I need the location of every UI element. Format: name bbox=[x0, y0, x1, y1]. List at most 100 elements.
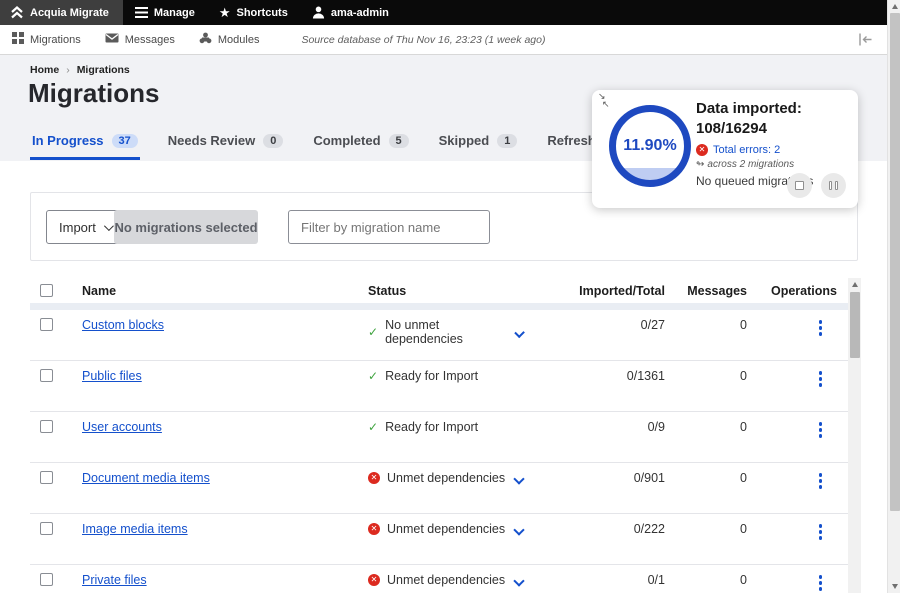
operations-menu-icon[interactable] bbox=[817, 369, 825, 389]
messages-count: 0 bbox=[665, 573, 747, 587]
messages-count: 0 bbox=[665, 318, 747, 332]
column-header-operations: Operations bbox=[747, 284, 848, 298]
scroll-up-icon[interactable] bbox=[892, 4, 898, 9]
page-title: Migrations bbox=[28, 78, 159, 109]
pause-import-button[interactable] bbox=[821, 173, 846, 198]
breadcrumb-home-link[interactable]: Home bbox=[30, 64, 59, 76]
total-errors-link[interactable]: Total errors: 2 bbox=[696, 144, 851, 156]
row-checkbox[interactable] bbox=[40, 471, 53, 484]
table-row: Document media items Unmet dependencies … bbox=[30, 463, 848, 514]
column-header-name: Name bbox=[82, 284, 368, 298]
secondary-toolbar: Migrations Messages Modules Source datab… bbox=[0, 25, 887, 55]
breadcrumb: Home›Migrations bbox=[30, 64, 130, 76]
column-header-status: Status bbox=[368, 284, 543, 298]
migration-link[interactable]: Document media items bbox=[82, 471, 210, 485]
modules-nav-item[interactable]: Modules bbox=[187, 25, 272, 54]
error-icon bbox=[368, 574, 380, 586]
source-database-label: Source database of Thu Nov 16, 23:23 (1 … bbox=[301, 34, 545, 46]
imported-total-value: 0/1 bbox=[543, 573, 665, 587]
expand-status-icon[interactable] bbox=[514, 328, 525, 339]
import-dropdown-button[interactable]: Import bbox=[46, 210, 124, 244]
person-icon bbox=[312, 6, 325, 19]
row-checkbox[interactable] bbox=[40, 420, 53, 433]
scroll-up-icon[interactable] bbox=[852, 282, 858, 287]
tab-skipped[interactable]: Skipped 1 bbox=[437, 126, 520, 160]
table-row: Image media items Unmet dependencies 0/2… bbox=[30, 514, 848, 565]
grid-icon bbox=[12, 32, 24, 47]
tab-in-progress[interactable]: In Progress 37 bbox=[30, 126, 140, 160]
operations-menu-icon[interactable] bbox=[817, 318, 825, 338]
expand-status-icon[interactable] bbox=[513, 575, 524, 586]
data-imported-count: 108/16294 bbox=[696, 119, 851, 139]
migration-link[interactable]: Image media items bbox=[82, 522, 188, 536]
tab-needs-review[interactable]: Needs Review 0 bbox=[166, 126, 286, 160]
check-icon bbox=[368, 420, 378, 434]
tab-count-badge: 5 bbox=[389, 134, 409, 148]
envelope-icon bbox=[105, 33, 119, 46]
expand-status-icon[interactable] bbox=[513, 524, 524, 535]
hamburger-menu-icon bbox=[135, 7, 148, 18]
status-label: Ready for Import bbox=[385, 369, 478, 383]
messages-count: 0 bbox=[665, 369, 747, 383]
row-checkbox[interactable] bbox=[40, 573, 53, 586]
select-all-checkbox[interactable] bbox=[40, 284, 53, 297]
page-scrollbar[interactable] bbox=[887, 0, 900, 593]
migration-tabs: In Progress 37 Needs Review 0 Completed … bbox=[30, 126, 626, 160]
tab-count-badge: 0 bbox=[263, 134, 283, 148]
row-checkbox[interactable] bbox=[40, 318, 53, 331]
status-label: Unmet dependencies bbox=[387, 522, 505, 536]
imported-total-value: 0/1361 bbox=[543, 369, 665, 383]
status-label: No unmet dependencies bbox=[385, 318, 508, 346]
across-arrow-icon bbox=[696, 159, 707, 170]
migration-link[interactable]: Private files bbox=[82, 573, 147, 587]
table-row: User accounts Ready for Import 0/9 0 bbox=[30, 412, 848, 463]
scrollbar-thumb[interactable] bbox=[850, 292, 860, 358]
scrollbar-thumb[interactable] bbox=[890, 13, 900, 511]
messages-nav-item[interactable]: Messages bbox=[93, 25, 187, 54]
no-migrations-selected-button[interactable]: No migrations selected bbox=[114, 210, 258, 244]
user-menu-item[interactable]: ama-admin bbox=[300, 0, 401, 25]
tab-count-badge: 1 bbox=[497, 134, 517, 148]
scroll-down-icon[interactable] bbox=[892, 584, 898, 589]
chevron-down-icon bbox=[104, 221, 114, 231]
table-header-divider bbox=[30, 303, 848, 310]
cluster-icon bbox=[199, 32, 212, 47]
breadcrumb-separator-icon: › bbox=[66, 64, 70, 76]
operations-menu-icon[interactable] bbox=[817, 420, 825, 440]
filter-migration-input[interactable] bbox=[288, 210, 490, 244]
table-header-row: Name Status Imported/Total Messages Oper… bbox=[30, 278, 848, 303]
stop-import-button[interactable] bbox=[787, 173, 812, 198]
row-checkbox[interactable] bbox=[40, 522, 53, 535]
import-progress-gauge: 11.90% bbox=[608, 104, 692, 188]
expand-status-icon[interactable] bbox=[513, 473, 524, 484]
status-label: Unmet dependencies bbox=[387, 471, 505, 485]
imported-total-value: 0/901 bbox=[543, 471, 665, 485]
shortcuts-menu-item[interactable]: ★ Shortcuts bbox=[207, 0, 300, 25]
tab-completed[interactable]: Completed 5 bbox=[311, 126, 410, 160]
table-scrollbar[interactable] bbox=[848, 278, 861, 593]
admin-toolbar: Acquia Migrate Manage ★ Shortcuts ama-ad… bbox=[0, 0, 887, 25]
status-label: Unmet dependencies bbox=[387, 573, 505, 587]
imported-total-value: 0/222 bbox=[543, 522, 665, 536]
imported-total-value: 0/9 bbox=[543, 420, 665, 434]
double-chevron-up-icon bbox=[10, 6, 24, 19]
operations-menu-icon[interactable] bbox=[817, 573, 825, 593]
migration-link[interactable]: Public files bbox=[82, 369, 142, 383]
migration-link[interactable]: Custom blocks bbox=[82, 318, 164, 332]
operations-menu-icon[interactable] bbox=[817, 522, 825, 542]
tab-count-badge: 37 bbox=[112, 134, 138, 148]
imported-total-value: 0/27 bbox=[543, 318, 665, 332]
migration-link[interactable]: User accounts bbox=[82, 420, 162, 434]
collapse-toolbar-icon[interactable] bbox=[858, 33, 873, 49]
migrations-nav-item[interactable]: Migrations bbox=[0, 25, 93, 54]
import-status-card: ↘↖ 11.90% Data imported: 108/16294 Total… bbox=[592, 90, 858, 208]
operations-menu-icon[interactable] bbox=[817, 471, 825, 491]
pause-icon bbox=[829, 181, 838, 190]
acquia-migrate-menu-item[interactable]: Acquia Migrate bbox=[0, 0, 123, 25]
messages-count: 0 bbox=[665, 522, 747, 536]
manage-menu-item[interactable]: Manage bbox=[123, 0, 207, 25]
column-header-imported: Imported/Total bbox=[543, 284, 665, 298]
import-percent-label: 11.90% bbox=[608, 104, 692, 188]
row-checkbox[interactable] bbox=[40, 369, 53, 382]
error-icon bbox=[368, 472, 380, 484]
